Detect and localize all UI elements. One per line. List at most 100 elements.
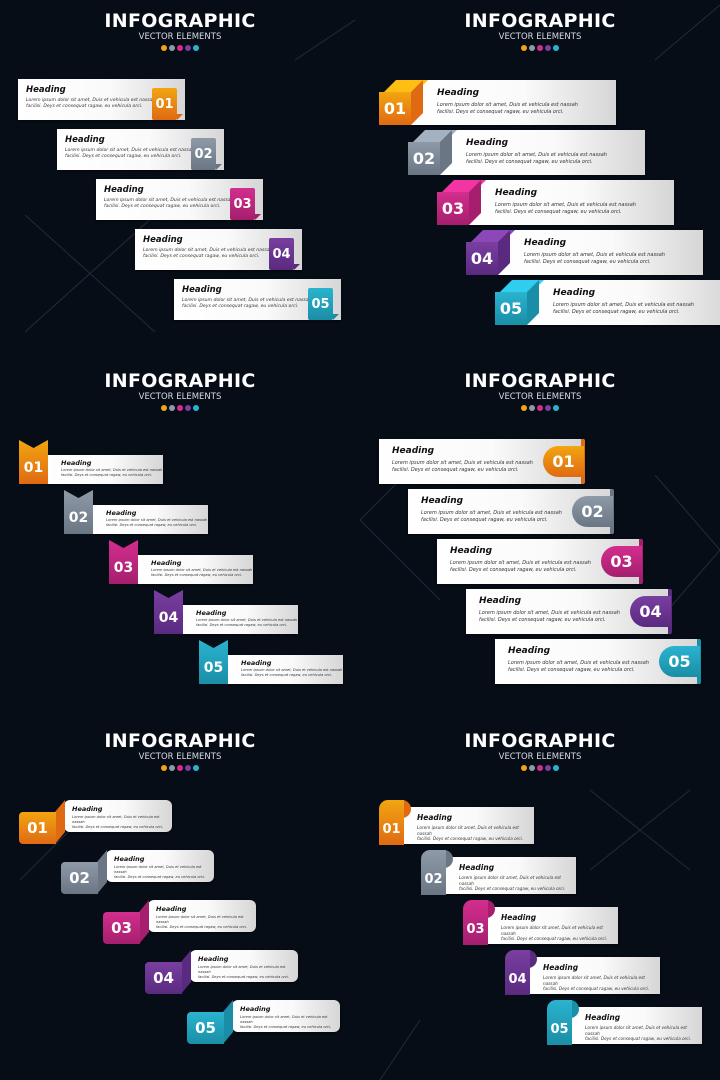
step-body-line: Lorem ipsum dolor sit amet, Duis et vehi… (553, 302, 694, 308)
step-heading: Heading (156, 905, 187, 913)
color-dot (537, 45, 543, 51)
step-body: Lorem ipsum dolor sit amet, Duis et vehi… (143, 248, 273, 260)
step-body-line: facilisi. Deys et consequat ragaw, eu ve… (459, 886, 566, 892)
ribbon-fold (223, 1000, 233, 1044)
step-body: Lorem ipsum dolor sit amet, Duis et vehi… (585, 1025, 702, 1042)
step-body-line: facilisi. Deys et consequat ragaw, eu ve… (182, 304, 299, 310)
color-dot (161, 765, 167, 771)
tab-fold (333, 314, 339, 320)
step-heading: Heading (104, 185, 144, 195)
step-body-line: facilisi. Deys et consequat ragaw, eu ve… (106, 522, 198, 527)
color-dot (529, 45, 535, 51)
step-number-badge: 02 (572, 496, 613, 527)
step-body-line: Lorem ipsum dolor sit amet, Duis et vehi… (479, 610, 620, 616)
step-body-line: Lorem ipsum dolor sit amet, Duis et vehi… (392, 460, 533, 466)
step-body-line: Lorem ipsum dolor sit amet, Duis et vehi… (156, 915, 244, 924)
step-heading: Heading (479, 596, 522, 606)
step-body: Lorem ipsum dolor sit amet, Duis et vehi… (501, 925, 618, 942)
step-card: Heading Lorem ipsum dolor sit amet, Duis … (572, 1007, 702, 1044)
step-body-line: facilisi. Deys et consequat ragaw, eu ve… (553, 308, 680, 315)
step-body-line: facilisi. Deys et consequat ragaw, eu ve… (495, 208, 622, 215)
ribbon-fold (181, 950, 191, 994)
step-heading: Heading (240, 1005, 271, 1013)
color-dot (537, 405, 543, 411)
step-card: Heading Lorem ipsum dolor sit amet, Duis … (488, 907, 618, 944)
panel-subtitle: VECTOR ELEMENTS (138, 32, 222, 42)
infographic-panel-folded-tab: INFOGRAPHIC VECTOR ELEMENTS Heading Lorem i… (0, 0, 360, 360)
step-number-badge: 05 (199, 640, 228, 684)
step-body-line: Lorem ipsum dolor sit amet, Duis et vehi… (421, 510, 562, 516)
step-card: Heading Lorem ipsum dolor sit amet, Duis … (92, 505, 208, 534)
step-body: Lorem ipsum dolor sit amet, Duis et vehi… (437, 102, 578, 116)
step-body-line: facilisi. Deys et consequat ragaw, eu ve… (501, 936, 608, 942)
color-dot (521, 765, 527, 771)
step-card: Heading Lorem ipsum dolor sit amet, Duis … (190, 950, 298, 982)
panel-title: INFOGRAPHIC (104, 730, 256, 752)
color-dot (521, 405, 527, 411)
step-body-line: Lorem ipsum dolor sit amet, Duis et vehi… (543, 975, 645, 986)
step-heading: Heading (585, 1013, 621, 1022)
step-body-line: Lorem ipsum dolor sit amet, Duis et vehi… (114, 865, 202, 874)
color-dot (529, 405, 535, 411)
step-body-line: facilisi. Deys et consequat ragaw, eu ve… (198, 974, 290, 979)
step-heading: Heading (65, 135, 105, 145)
step-body-line: facilisi. Deys et consequat ragaw, eu ve… (26, 104, 143, 110)
step-body-line: facilisi. Deys et consequat ragaw, eu ve… (466, 158, 593, 165)
step-body-line: facilisi. Deys et consequat ragaw, eu ve… (156, 924, 248, 929)
step-number-badge: 03 (103, 912, 140, 944)
step-body-line: facilisi. Deys et consequat ragaw, eu ve… (241, 672, 333, 677)
step-number-badge: 03 (109, 540, 138, 584)
step-body: Lorem ipsum dolor sit amet, Duis et vehi… (198, 965, 298, 980)
color-dot (185, 45, 191, 51)
panel-title: INFOGRAPHIC (464, 370, 616, 392)
color-dot (553, 405, 559, 411)
step-body: Lorem ipsum dolor sit amet, Duis et vehi… (450, 560, 591, 574)
panel-title: INFOGRAPHIC (464, 730, 616, 752)
step-heading: Heading (114, 855, 145, 863)
step-body-line: Lorem ipsum dolor sit amet, Duis et vehi… (450, 560, 591, 566)
step-body-line: facilisi. Deys et consequat ragaw, eu ve… (143, 254, 260, 260)
step-card: Heading Lorem ipsum dolor sit amet, Duis … (469, 180, 674, 225)
step-body: Lorem ipsum dolor sit amet, Duis et vehi… (61, 468, 162, 478)
step-body-line: facilisi. Deys et consequat ragaw, eu ve… (61, 472, 153, 477)
step-number-badge: 05 (495, 292, 527, 325)
step-heading: Heading (143, 235, 183, 245)
step-body-line: facilisi. Deys et consequat ragaw, eu ve… (196, 622, 288, 627)
color-dots (360, 45, 720, 51)
color-dot (545, 765, 551, 771)
step-body-line: facilisi. Deys et consequat ragaw, eu ve… (479, 616, 606, 623)
step-number-badge: 01 (19, 812, 56, 844)
step-body: Lorem ipsum dolor sit amet, Duis et vehi… (65, 148, 195, 160)
panel-subtitle: VECTOR ELEMENTS (138, 392, 222, 402)
step-heading: Heading (501, 913, 537, 922)
step-number-badge: 02 (421, 850, 446, 895)
step-body-line: Lorem ipsum dolor sit amet, Duis et vehi… (524, 252, 665, 258)
color-dot (177, 765, 183, 771)
step-body-line: Lorem ipsum dolor sit amet, Duis et vehi… (501, 925, 603, 936)
step-number-badge: 01 (152, 88, 177, 120)
step-body-line: Lorem ipsum dolor sit amet, Duis et vehi… (198, 965, 286, 974)
color-dot (177, 45, 183, 51)
step-card: Heading Lorem ipsum dolor sit amet, Duis … (64, 800, 172, 832)
step-heading: Heading (198, 955, 229, 963)
color-dot (553, 765, 559, 771)
color-dot (185, 765, 191, 771)
color-dot (185, 405, 191, 411)
color-dot (537, 765, 543, 771)
step-number-badge: 05 (659, 646, 700, 677)
step-heading: Heading (553, 288, 596, 298)
step-body: Lorem ipsum dolor sit amet, Duis et vehi… (392, 460, 533, 474)
step-card: Heading Lorem ipsum dolor sit amet, Duis … (530, 957, 660, 994)
ribbon-fold (97, 850, 107, 894)
step-number-badge: 04 (630, 596, 671, 627)
step-card: Heading Lorem ipsum dolor sit amet, Duis … (527, 280, 720, 325)
panel-title: INFOGRAPHIC (104, 370, 256, 392)
tab-fold (177, 114, 183, 120)
step-number-badge: 03 (437, 192, 469, 225)
step-heading: Heading (437, 88, 480, 98)
color-dot (521, 45, 527, 51)
color-dot (545, 45, 551, 51)
step-card: Heading Lorem ipsum dolor sit amet, Duis … (148, 900, 256, 932)
infographic-panel-bookmark: INFOGRAPHIC VECTOR ELEMENTS Heading Lorem i… (0, 360, 360, 720)
step-heading: Heading (26, 85, 66, 95)
